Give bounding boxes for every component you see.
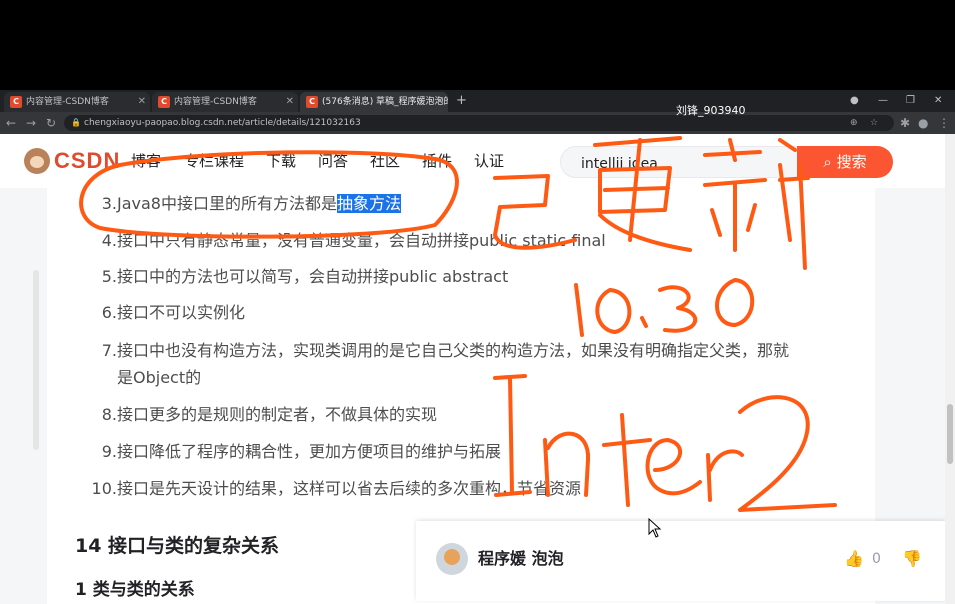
search-button[interactable]: ⌕ 搜索 — [797, 146, 893, 178]
list-item: 9.接口降低了程序的耦合性，更加方便项目的维护与拓展 — [101, 442, 502, 461]
tab-title: 内容管理-CSDN博客 — [26, 97, 109, 107]
account-icon[interactable]: ● — [918, 114, 928, 132]
bookmark-star-icon[interactable]: ☆ — [870, 115, 878, 131]
list-item: 7.接口中也没有构造方法，实现类调用的是它自己父类的构造方法，如果没有明确指定父… — [101, 341, 790, 360]
reload-icon[interactable]: ↻ — [46, 114, 56, 132]
author-toolbar: 程序媛 泡泡 👍 0 👎 — [416, 521, 945, 601]
like-count: 0 — [872, 551, 881, 567]
list-item: 5.接口中的方法也可以简写，会自动拼接public abstract — [101, 267, 509, 286]
section-heading: 14 接口与类的复杂关系 — [75, 535, 280, 557]
browser-tab-1[interactable]: C 内容管理-CSDN博客 ✕ — [4, 92, 150, 112]
subsection-heading: 1 类与类的关系 — [75, 580, 195, 600]
selected-text[interactable]: 抽象方法 — [336, 194, 401, 213]
csdn-favicon-icon: C — [306, 96, 318, 108]
tab-title: 内容管理-CSDN博客 — [174, 97, 257, 107]
list-item-continuation: 是Object的 — [117, 368, 202, 387]
nav-courses[interactable]: 专栏课程 — [184, 150, 244, 172]
close-window-icon[interactable]: ✕ — [934, 92, 942, 110]
csdn-header: CSDN 博客 专栏课程 下载 问答 社区 插件 认证 ⌕ 搜索 — [0, 134, 945, 189]
mascot-icon — [24, 148, 50, 174]
avatar[interactable] — [436, 543, 468, 575]
search-icon: ⌕ — [823, 153, 832, 171]
profile-icon[interactable]: ● — [850, 92, 859, 110]
page-scrollbar[interactable] — [945, 134, 955, 604]
search-input[interactable] — [579, 153, 783, 175]
nav-certification[interactable]: 认证 — [474, 150, 504, 172]
forward-icon[interactable]: → — [26, 114, 36, 132]
extensions-icon[interactable]: ✱ — [900, 114, 910, 132]
browser-tab-3[interactable]: C (576条消息) 草稿_程序媛泡泡的 ✕ — [300, 92, 448, 112]
close-tab-icon[interactable]: ✕ — [138, 92, 146, 112]
author-name[interactable]: 程序媛 泡泡 — [478, 547, 564, 571]
scrollbar-thumb[interactable] — [947, 404, 953, 464]
browser-toolbar: ← → ↻ 🔒 chengxiaoyu-paopao.blog.csdn.net… — [0, 112, 955, 134]
nav-qa[interactable]: 问答 — [318, 150, 348, 172]
mouse-cursor-icon — [648, 518, 662, 538]
list-item: 3.Java8中接口里的所有方法都是抽象方法 — [101, 194, 401, 213]
screen-top-black — [0, 0, 955, 90]
back-icon[interactable]: ← — [6, 114, 16, 132]
list-item: 6.接口不可以实例化 — [101, 303, 246, 322]
new-tab-icon[interactable]: + — [456, 92, 467, 110]
thumbs-down-icon[interactable]: 👎 — [902, 549, 922, 568]
list-item: 10.接口是先天设计的结果，这样可以省去后续的多次重构，节省资源 — [91, 479, 582, 498]
menu-icon[interactable]: ⋮ — [938, 114, 950, 132]
close-tab-icon[interactable]: ✕ — [286, 92, 294, 112]
close-tab-icon[interactable]: ✕ — [436, 92, 444, 112]
tab-title: (576条消息) 草稿_程序媛泡泡的 — [322, 97, 448, 107]
nav-community[interactable]: 社区 — [370, 150, 400, 172]
csdn-favicon-icon: C — [10, 96, 22, 108]
nav-plugins[interactable]: 插件 — [422, 150, 452, 172]
zoom-icon[interactable]: ⊕ — [850, 115, 858, 131]
csdn-favicon-icon: C — [158, 96, 170, 108]
address-bar[interactable]: 🔒 chengxiaoyu-paopao.blog.csdn.net/artic… — [64, 115, 894, 131]
nav-download[interactable]: 下载 — [266, 150, 296, 172]
browser-tabstrip: C 内容管理-CSDN博客 ✕ C 内容管理-CSDN博客 ✕ C (576条消… — [0, 90, 955, 112]
left-scroll-track — [33, 270, 39, 450]
thumbs-up-icon[interactable]: 👍 — [844, 549, 864, 568]
logo-text: CSDN — [54, 148, 121, 173]
search-button-label: 搜索 — [836, 153, 867, 171]
username-overlay: 刘锋_903940 — [676, 104, 746, 117]
list-item: 8.接口更多的是规则的制定者，不做具体的实现 — [101, 405, 438, 424]
minimize-icon[interactable]: — — [878, 92, 888, 110]
nav-blog[interactable]: 博客 — [131, 150, 161, 172]
restore-icon[interactable]: ❐ — [906, 92, 915, 110]
browser-tab-2[interactable]: C 内容管理-CSDN博客 ✕ — [152, 92, 298, 112]
list-item: 4.接口中只有静态常量，没有普通变量，会自动拼接public static fi… — [101, 231, 606, 250]
lock-icon: 🔒 — [71, 118, 81, 127]
url-text: chengxiaoyu-paopao.blog.csdn.net/article… — [84, 118, 361, 128]
search-box — [560, 146, 800, 178]
